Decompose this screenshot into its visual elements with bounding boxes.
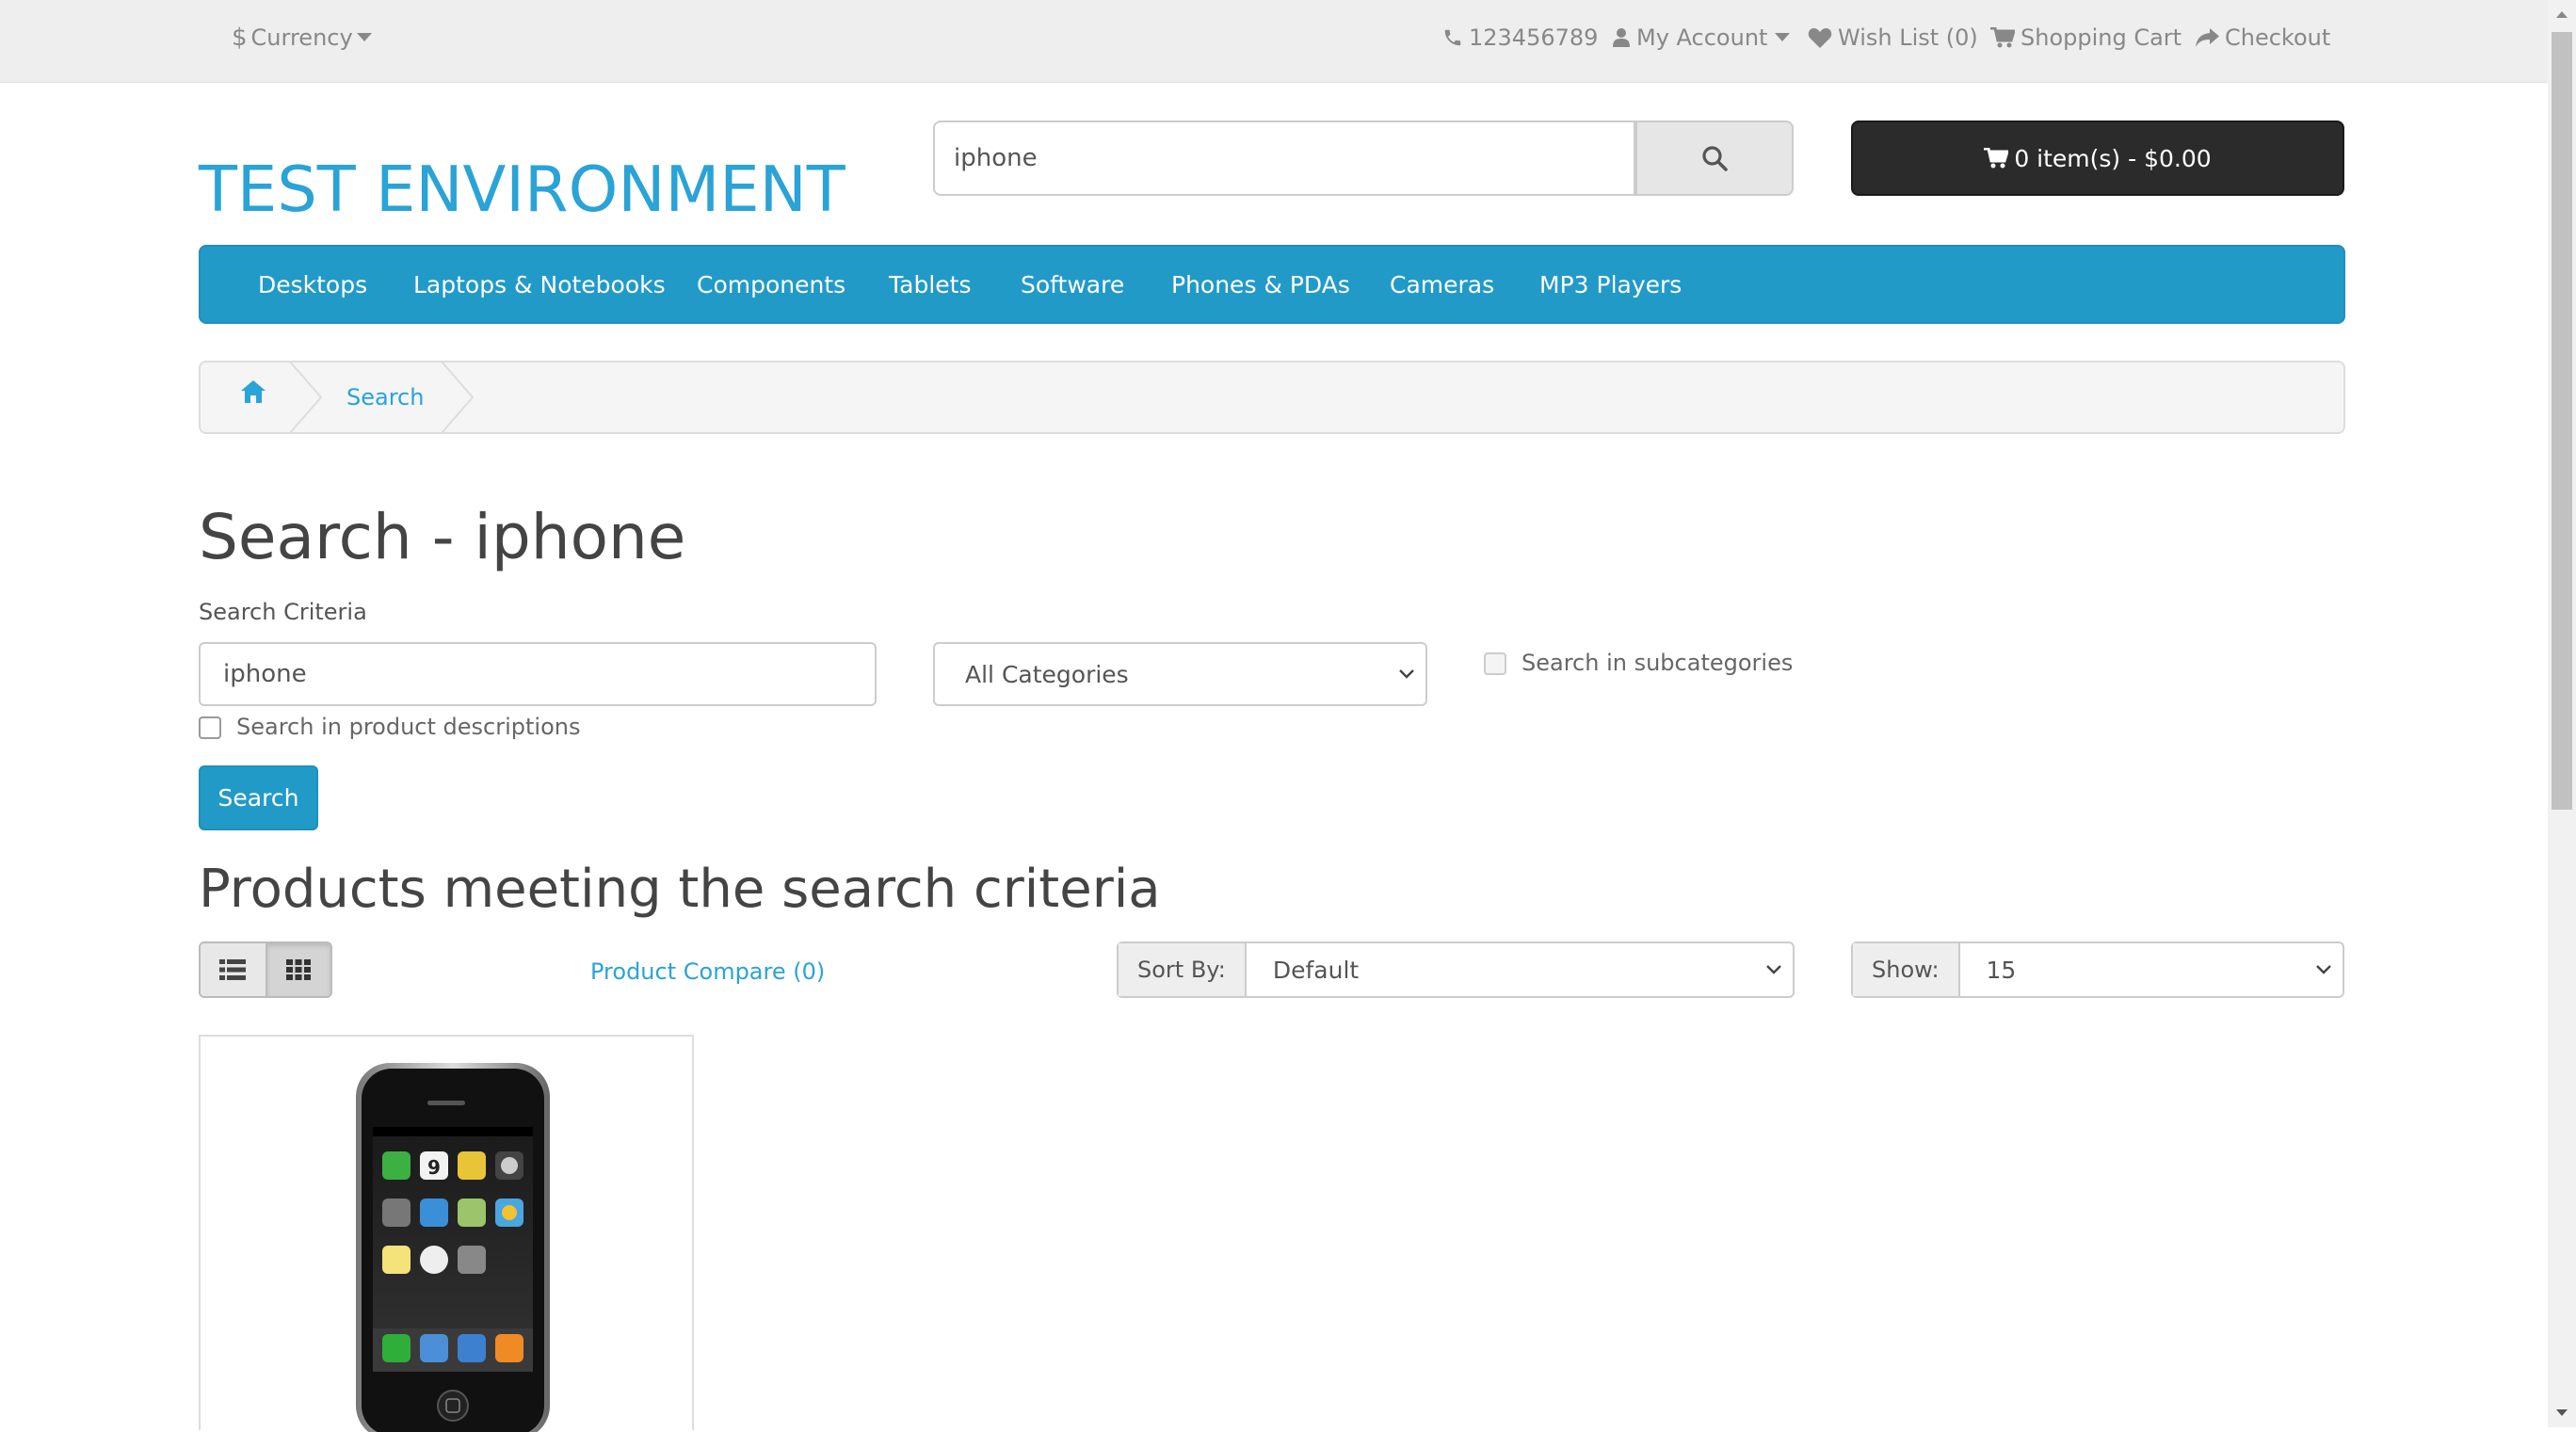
cart-total: 0 item(s) - $0.00 (2014, 144, 2212, 172)
search-criteria-label: Search Criteria (199, 599, 367, 625)
checkout-label: Checkout (2225, 24, 2331, 51)
scroll-up-arrow[interactable] (2548, 0, 2576, 28)
dollar-icon: $ (232, 24, 248, 52)
menu-item-components[interactable]: Components (697, 247, 845, 322)
view-toggle (199, 941, 332, 998)
grid-view-icon (286, 959, 312, 980)
caret-down-icon (1775, 33, 1791, 41)
list-view-button[interactable] (201, 943, 266, 996)
cart-icon (1984, 148, 2009, 169)
header-search-button[interactable] (1635, 121, 1794, 196)
list-view-icon (219, 959, 247, 980)
descriptions-checkbox[interactable] (199, 716, 221, 739)
caret-down-icon (356, 33, 372, 41)
grid-view-button[interactable] (265, 943, 330, 996)
search-icon (1702, 146, 1728, 171)
menu-item-desktops[interactable]: Desktops (258, 247, 367, 322)
cart-icon (1990, 27, 2015, 48)
results-title: Products meeting the search criteria (199, 859, 1161, 920)
menu-item-software[interactable]: Software (1021, 247, 1124, 322)
shopping-cart-link[interactable]: Shopping Cart (1990, 0, 2182, 75)
subcategories-label: Search in subcategories (1521, 650, 1794, 676)
sort-by-label: Sort By: (1119, 943, 1247, 996)
svg-text:9: 9 (427, 1156, 441, 1179)
category-select-value: All Categories (965, 660, 1129, 688)
breadcrumb-separator (288, 361, 323, 434)
search-button[interactable]: Search (199, 765, 318, 830)
chevron-down-icon (1399, 669, 1414, 679)
menu-item-laptops-notebooks[interactable]: Laptops & Notebooks (413, 247, 666, 322)
product-compare-link[interactable]: Product Compare (0) (590, 958, 825, 985)
scroll-down-arrow[interactable] (2548, 1399, 2576, 1427)
sort-by-select[interactable]: Default (1247, 943, 1793, 996)
show-label: Show: (1853, 943, 1960, 996)
main-menu: Desktops Laptops & Notebooks Components … (199, 245, 2345, 324)
show-group: Show: 15 (1851, 941, 2344, 998)
phone-number: 123456789 (1469, 24, 1599, 51)
page-title: Search - iphone (199, 501, 686, 573)
chevron-down-icon (1766, 965, 1781, 974)
scroll-thumb[interactable] (2552, 32, 2572, 810)
product-card[interactable]: 9 (199, 1035, 694, 1432)
menu-item-phones-pdas[interactable]: Phones & PDAs (1171, 247, 1350, 322)
menu-item-cameras[interactable]: Cameras (1390, 247, 1494, 322)
breadcrumb-separator (440, 361, 475, 434)
my-account-label: My Account (1636, 24, 1768, 51)
product-image[interactable]: 9 (318, 1037, 578, 1432)
top-bar: $ Currency 123456789 My Account Wish Lis… (0, 0, 2548, 83)
currency-dropdown[interactable]: $ Currency (232, 0, 378, 75)
breadcrumb-search[interactable]: Search (346, 362, 424, 432)
menu-item-mp3-players[interactable]: MP3 Players (1539, 247, 1682, 322)
show-select[interactable]: 15 (1960, 943, 2343, 996)
heart-icon (1808, 28, 1832, 48)
sort-by-value: Default (1272, 956, 1360, 984)
descriptions-label: Search in product descriptions (236, 714, 581, 740)
show-value: 15 (1986, 956, 2017, 984)
sort-by-group: Sort By: Default (1117, 941, 1795, 998)
breadcrumb: Search (199, 361, 2345, 434)
phone-icon (1444, 29, 1461, 46)
subcategories-checkbox[interactable] (1484, 652, 1506, 675)
my-account-dropdown[interactable]: My Account (1612, 0, 1795, 75)
page-scrollbar[interactable] (2548, 0, 2576, 1427)
user-icon (1613, 28, 1630, 47)
search-criteria-input[interactable]: iphone (199, 642, 877, 706)
store-logo[interactable]: TEST ENVIRONMENT (199, 153, 845, 226)
currency-label: Currency (250, 24, 353, 51)
home-icon[interactable] (240, 379, 266, 404)
menu-item-tablets[interactable]: Tablets (889, 247, 971, 322)
share-icon (2196, 28, 2219, 47)
chevron-down-icon (2316, 965, 2331, 974)
phone-link[interactable]: 123456789 (1442, 0, 1598, 75)
shopping-cart-label: Shopping Cart (2021, 24, 2182, 51)
checkout-link[interactable]: Checkout (2195, 0, 2330, 75)
wish-list-label: Wish List (0) (1838, 24, 1978, 51)
category-select[interactable]: All Categories (933, 642, 1427, 706)
wish-list-link[interactable]: Wish List (0) (1808, 0, 1978, 75)
cart-button[interactable]: 0 item(s) - $0.00 (1851, 121, 2344, 196)
header-search-input[interactable]: iphone (933, 121, 1635, 196)
